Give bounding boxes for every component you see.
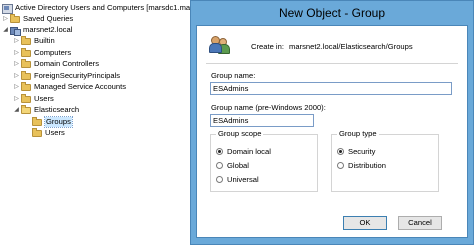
tree-item-saved-queries[interactable]: ▷ Saved Queries — [2, 13, 74, 24]
create-in-label: Create in: — [251, 42, 284, 51]
scope-global-radio[interactable]: Global — [216, 160, 249, 170]
dialog-titlebar[interactable]: New Object - Group — [191, 1, 473, 25]
ok-button[interactable]: OK — [343, 216, 387, 230]
tree-item-elasticsearch[interactable]: ◢ Elasticsearch — [13, 104, 80, 115]
expand-arrow-icon[interactable]: ▷ — [13, 84, 20, 91]
expand-arrow-icon[interactable]: ▷ — [13, 96, 20, 103]
aduc-console-icon — [2, 3, 13, 14]
expand-arrow-icon[interactable]: ▷ — [13, 61, 20, 68]
domain-icon — [10, 26, 21, 36]
cancel-button[interactable]: Cancel — [398, 216, 442, 230]
group-name-label: Group name: — [211, 71, 256, 80]
radio-selected-icon — [337, 147, 344, 155]
tree-item-label: Saved Queries — [23, 14, 74, 23]
aduc-tree-panel: Active Directory Users and Computers [ma… — [0, 0, 200, 245]
tree-item-label: Managed Service Accounts — [34, 82, 127, 91]
tree-item-foreign-security-principals[interactable]: ▷ ForeignSecurityPrincipals — [13, 70, 121, 81]
tree-item-label: Elasticsearch — [34, 105, 80, 114]
tree-item-managed-service-accounts[interactable]: ▷ Managed Service Accounts — [13, 81, 127, 92]
tree-root-label: Active Directory Users and Computers [ma… — [15, 3, 193, 12]
radio-icon — [216, 161, 223, 169]
create-in-path: marsnet2.local/Elasticsearch/Groups — [289, 42, 413, 51]
tree-item-computers[interactable]: ▷ Computers — [13, 47, 72, 58]
collapse-arrow-icon[interactable]: ◢ — [2, 27, 9, 34]
group-name-pre2000-label: Group name (pre-Windows 2000): — [211, 103, 326, 112]
tree-item-label: Users — [34, 94, 54, 103]
radio-label: Distribution — [348, 160, 386, 170]
group-scope-title: Group scope — [216, 129, 264, 138]
folder-icon — [21, 70, 31, 80]
tree-item-label: Builtin — [34, 36, 55, 45]
radio-label: Universal — [227, 174, 259, 184]
group-type-title: Group type — [337, 129, 379, 138]
group-name-pre2000-input[interactable]: ESAdmins — [210, 114, 314, 127]
tree-root[interactable]: Active Directory Users and Computers [ma… — [2, 3, 193, 14]
tree-item-label: Users — [45, 128, 65, 137]
tree-item-elasticsearch-users[interactable]: Users — [32, 127, 65, 138]
radio-selected-icon — [216, 147, 223, 155]
tree-item-label: marsnet2.local — [23, 25, 73, 34]
scope-universal-radio[interactable]: Universal — [216, 174, 259, 184]
expand-arrow-icon[interactable]: ▷ — [13, 38, 20, 45]
tree-item-label: Groups — [44, 116, 73, 128]
group-scope-box: Group scope Domain local Global Universa… — [210, 129, 318, 192]
collapse-arrow-icon[interactable]: ◢ — [13, 107, 20, 114]
folder-icon — [32, 127, 42, 137]
scope-domain-local-radio[interactable]: Domain local — [216, 146, 271, 156]
folder-icon — [21, 58, 31, 68]
folder-icon — [10, 13, 20, 23]
tree-item-domain-controllers[interactable]: ▷ Domain Controllers — [13, 58, 99, 69]
new-object-group-dialog: New Object - Group Create in: marsnet2.l… — [190, 0, 474, 245]
radio-label: Security — [348, 146, 376, 156]
type-security-radio[interactable]: Security — [337, 146, 375, 156]
tree-item-users[interactable]: ▷ Users — [13, 93, 54, 104]
tree-item-builtin[interactable]: ▷ Builtin — [13, 35, 55, 46]
folder-icon — [21, 81, 31, 91]
expand-arrow-icon[interactable]: ▷ — [13, 50, 20, 57]
tree-item-groups[interactable]: Groups — [32, 116, 73, 128]
dialog-title: New Object - Group — [278, 6, 386, 20]
dialog-client-area: Create in: marsnet2.local/Elasticsearch/… — [196, 25, 468, 238]
group-users-icon — [209, 35, 230, 54]
radio-icon — [337, 161, 344, 169]
folder-icon — [32, 116, 42, 126]
group-name-input[interactable]: ESAdmins — [210, 82, 452, 95]
folder-icon — [21, 47, 31, 57]
group-type-box: Group type Security Distribution — [331, 129, 439, 192]
radio-icon — [216, 175, 223, 183]
radio-label: Domain local — [227, 146, 271, 156]
expand-arrow-icon[interactable]: ▷ — [13, 73, 20, 80]
tree-item-label: Computers — [34, 48, 72, 57]
tree-item-label: Domain Controllers — [34, 59, 99, 68]
open-folder-icon — [21, 104, 31, 114]
folder-icon — [21, 35, 31, 45]
folder-icon — [21, 93, 31, 103]
divider — [206, 63, 458, 64]
tree-item-domain[interactable]: ◢ marsnet2.local — [2, 25, 73, 36]
tree-item-label: ForeignSecurityPrincipals — [34, 71, 121, 80]
expand-arrow-icon[interactable]: ▷ — [2, 16, 9, 23]
type-distribution-radio[interactable]: Distribution — [337, 160, 386, 170]
radio-label: Global — [227, 160, 249, 170]
